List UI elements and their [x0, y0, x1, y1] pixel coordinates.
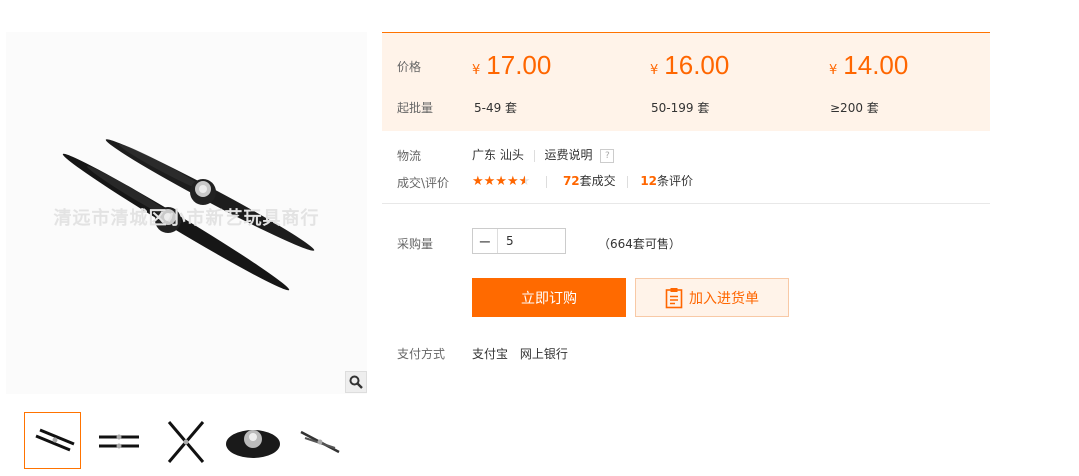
thumbnail-5-image: [299, 430, 340, 453]
quantity-label: 采购量: [397, 237, 434, 251]
currency-symbol: ¥: [472, 63, 481, 78]
thumbnail-1-image: [34, 428, 75, 451]
deals-label: 成交\评价: [397, 176, 450, 190]
divider: [546, 175, 548, 188]
price-tier-1: ¥17.00: [472, 50, 551, 81]
add-to-purchase-list-button[interactable]: 加入进货单: [635, 278, 789, 317]
buy-now-button[interactable]: 立即订购: [472, 278, 626, 317]
sold-count-link[interactable]: 72套成交: [563, 174, 616, 188]
logistics-label: 物流: [397, 149, 422, 163]
shipping-info-link[interactable]: 运费说明: [544, 148, 592, 162]
payment-method-netbank: 网上银行: [519, 347, 568, 361]
main-product-image[interactable]: 清远市清城区小市新艺玩具商行: [6, 32, 367, 394]
thumbnail-1[interactable]: [24, 412, 81, 469]
price-value: 16.00: [664, 50, 730, 80]
decrease-quantity-button[interactable]: −: [473, 229, 498, 253]
price-tier-2: ¥16.00: [650, 50, 729, 81]
ship-from-location: 广东 汕头: [472, 148, 524, 162]
tier-2-range: 50-199 套: [651, 101, 710, 115]
thumbnail-3-image: [167, 420, 204, 463]
price-value: 17.00: [486, 50, 552, 80]
currency-symbol: ¥: [650, 63, 659, 78]
tier-3-range: ≥200 套: [830, 101, 879, 115]
price-value: 14.00: [843, 50, 909, 80]
payment-methods: 支付宝 网上银行: [472, 345, 568, 362]
payment-method-alipay: 支付宝: [472, 347, 509, 361]
thumbnail-2[interactable]: [90, 412, 147, 469]
quantity-stepper: −: [472, 228, 566, 254]
review-count-link[interactable]: 12条评价: [640, 174, 693, 188]
payment-label: 支付方式: [397, 347, 446, 361]
divider: [533, 149, 535, 162]
thumbnail-5[interactable]: [291, 412, 348, 469]
thumbnail-4-image: [225, 429, 280, 458]
thumbnail-3[interactable]: [157, 412, 214, 469]
deals-info: ★★★★★ ★ 72套成交 12条评价: [472, 172, 693, 189]
rating-stars-icon: ★★★★★ ★: [472, 174, 531, 189]
add-to-purchase-list-label: 加入进货单: [689, 290, 759, 307]
price-tier-3: ¥14.00: [829, 50, 908, 81]
review-suffix: 条评价: [657, 174, 694, 188]
clipboard-icon: [665, 287, 683, 308]
thumbnail-2-image: [98, 434, 139, 448]
price-box: [382, 32, 990, 131]
magnifier-icon: [349, 375, 363, 389]
sold-count: 72: [562, 174, 580, 188]
quantity-input[interactable]: [498, 229, 565, 253]
zoom-button[interactable]: [345, 371, 367, 393]
price-label: 价格: [397, 60, 422, 74]
logistics-info: 广东 汕头 运费说明 ?: [472, 146, 615, 163]
help-icon[interactable]: ?: [600, 148, 615, 163]
section-divider: [382, 203, 990, 204]
watermark-text: 清远市清城区小市新艺玩具商行: [53, 208, 320, 229]
review-count: 12: [640, 174, 658, 188]
stock-available-text: （664套可售）: [598, 237, 681, 251]
moq-label: 起批量: [397, 101, 434, 115]
thumbnail-4[interactable]: [224, 412, 281, 469]
sold-suffix: 套成交: [579, 174, 616, 188]
divider: [627, 175, 629, 188]
currency-symbol: ¥: [829, 63, 838, 78]
tier-1-range: 5-49 套: [474, 101, 518, 115]
